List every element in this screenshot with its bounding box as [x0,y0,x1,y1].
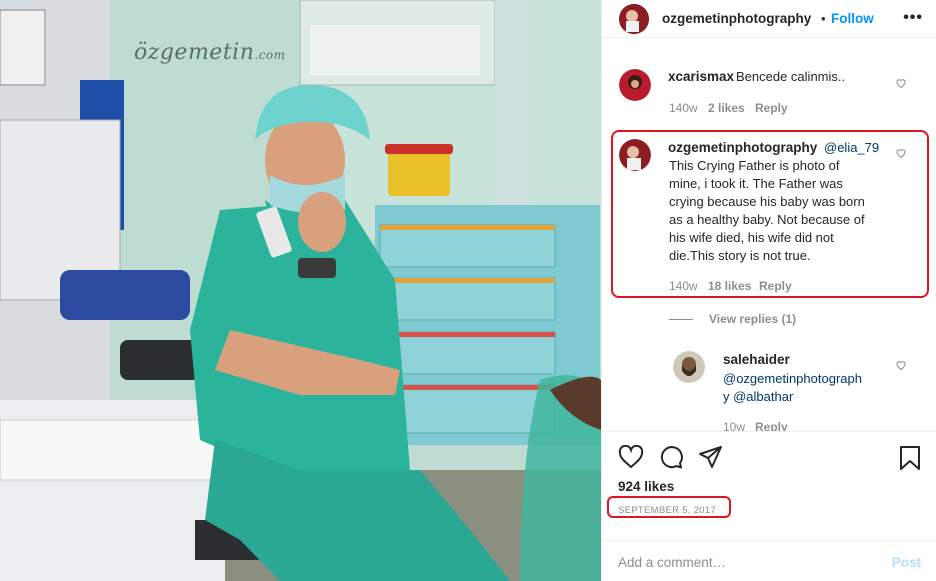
bookmark-icon[interactable] [898,445,922,471]
comment-reply[interactable]: Reply [755,420,788,431]
photo-illustration [0,0,601,581]
heart-icon[interactable] [618,445,644,469]
comment-likes[interactable]: 2 likes [708,101,745,115]
post-header: ozgemetinphotography • Follow ••• [602,0,936,38]
post-photo[interactable]: özgemetin.com [0,0,601,581]
watermark-text: özgemetin [134,40,255,65]
commenter-avatar[interactable] [619,69,651,101]
reply-text-line[interactable]: y @albathar [723,388,793,406]
more-horizontal-icon[interactable]: ••• [903,9,923,27]
header-separator: • [821,11,826,26]
comment-age[interactable]: 10w [723,420,745,431]
author-avatar[interactable] [619,4,649,34]
date-highlight-box [607,496,731,518]
commenter-username[interactable]: xcarismax [668,69,734,84]
avatar-image [673,351,705,383]
heart-icon[interactable] [895,77,907,89]
comment-icon[interactable] [658,445,684,469]
photo-watermark: özgemetin.com [134,40,286,65]
add-comment-bar: Post [602,540,936,581]
comment-highlight-box [611,130,929,298]
author-username[interactable]: ozgemetinphotography [662,11,811,26]
comment-age[interactable]: 140w [669,101,698,115]
add-comment-input[interactable] [618,555,868,570]
heart-icon[interactable] [895,359,907,371]
commenter-username[interactable]: salehaider [723,352,790,367]
watermark-suffix: .com [254,48,286,62]
share-icon[interactable] [698,445,724,469]
view-replies-label: View replies (1) [709,312,797,326]
reply-text-line[interactable]: @ozgemetinphotograph [723,370,862,388]
follow-button[interactable]: Follow [831,11,874,26]
view-replies-divider [669,319,693,321]
avatar-image [619,4,649,34]
post-button[interactable]: Post [892,555,921,570]
avatar-image [619,69,651,101]
commenter-avatar[interactable] [673,351,705,383]
comment-reply[interactable]: Reply [755,101,788,115]
view-replies-button[interactable]: View replies (1) [669,312,796,326]
comment-text: Bencede calinmis.. [736,69,846,84]
likes-count[interactable]: 924 likes [618,479,674,494]
